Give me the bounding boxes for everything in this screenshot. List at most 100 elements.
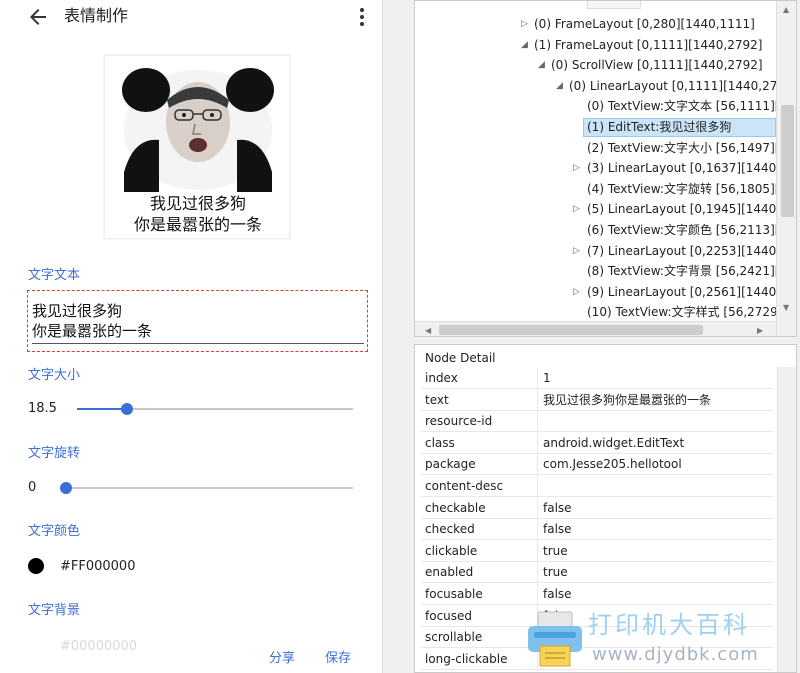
detail-divider [537, 454, 538, 476]
rotation-slider-track[interactable] [66, 487, 353, 489]
detail-key: clickable [425, 543, 478, 558]
rotation-value: 0 [28, 480, 37, 495]
size-value: 18.5 [28, 401, 57, 416]
detail-key: focused [425, 608, 473, 623]
tree-node[interactable]: (2) TextView:文字大小 [56,1497][ [587, 138, 779, 158]
caption-text-field[interactable]: 我见过很多狗 你是最嚣张的一条 [27, 290, 368, 352]
tree-node[interactable]: (0) ScrollView [0,1111][1440,2792] [551, 55, 763, 75]
watermark-url: www.djydbk.com [592, 644, 759, 665]
detail-key: resource-id [425, 414, 493, 429]
tree-node[interactable]: (0) FrameLayout [0,280][1440,1111] [534, 14, 755, 34]
tree-node[interactable]: (1) EditText:我见过很多狗 [587, 117, 731, 137]
detail-value: android.widget.EditText [543, 435, 685, 450]
detail-divider [537, 562, 538, 584]
tree-node[interactable]: (8) TextView:文字背景 [56,2421][ [587, 261, 779, 281]
detail-value: false [543, 522, 572, 537]
color-value[interactable]: #FF000000 [60, 558, 135, 576]
tree-node[interactable]: (3) LinearLayout [0,1637][1440,1 [587, 158, 788, 178]
tree-node[interactable]: (0) LinearLayout [0,1111][1440,279 [569, 76, 785, 96]
tree-expand-icon[interactable]: ▷ [573, 199, 580, 219]
tree-node[interactable]: (6) TextView:文字颜色 [56,2113][ [587, 220, 779, 240]
detail-divider [537, 389, 538, 411]
detail-row[interactable]: focusable false [421, 584, 773, 605]
detail-value: 1 [543, 371, 551, 385]
detail-value: 我见过很多狗你是最嚣张的一条 [543, 392, 712, 407]
detail-divider [537, 584, 538, 605]
caption-text-line1: 我见过很多狗 [32, 302, 123, 320]
detail-value: false [543, 587, 572, 601]
detail-divider [537, 540, 538, 562]
watermark-title: 打印机大百科 [588, 611, 750, 639]
tree-node[interactable]: (0) TextView:文字文本 [56,1111][ [587, 96, 779, 116]
detail-value: false [543, 500, 572, 515]
background-value[interactable]: #00000000 [60, 638, 137, 656]
tree-expand-icon[interactable]: ▷ [573, 282, 580, 302]
app-bar: 表情制作 [0, 0, 382, 34]
detail-row[interactable]: index 1 [421, 368, 773, 389]
save-button[interactable]: 保存 [325, 650, 351, 668]
detail-value: com.Jesse205.hellotool [543, 457, 682, 472]
tree-expand-icon[interactable]: ▷ [573, 158, 580, 178]
detail-row[interactable]: text 我见过很多狗你是最嚣张的一条 [421, 389, 773, 411]
text-section-label: 文字文本 [28, 268, 81, 283]
scroll-left-icon[interactable]: ◀ [425, 326, 431, 335]
panda-face-image [122, 68, 274, 192]
detail-row[interactable]: enabled true [421, 562, 773, 584]
detail-row[interactable]: resource-id [421, 411, 773, 433]
detail-divider [537, 368, 538, 389]
detail-divider [537, 497, 538, 519]
detail-row[interactable]: package com.Jesse205.hellotool [421, 454, 773, 476]
detail-row[interactable]: checkable false [421, 497, 773, 519]
rotation-slider-thumb[interactable] [60, 482, 72, 494]
arrow-left-icon [30, 9, 46, 25]
detail-row[interactable]: clickable true [421, 540, 773, 562]
detail-key: package [425, 457, 476, 472]
more-options-button[interactable] [352, 6, 372, 28]
tree-node[interactable]: (10) TextView:文字样式 [56,2729] [587, 302, 782, 322]
text-field-underline [32, 343, 364, 344]
tree-expand-icon[interactable]: ▷ [573, 241, 580, 261]
detail-row[interactable]: checked false [421, 519, 773, 541]
preview-caption-line1: 我见过很多狗 [149, 194, 246, 213]
detail-key: focusable [425, 587, 483, 601]
detail-divider [537, 411, 538, 433]
tree-node[interactable]: (1) FrameLayout [0,1111][1440,2792] [534, 35, 762, 55]
back-button[interactable] [26, 5, 50, 29]
detail-value: true [543, 565, 568, 580]
rotation-section-label: 文字旋转 [28, 446, 81, 461]
tree-node[interactable]: (5) LinearLayout [0,1945][1440,2 [587, 199, 788, 219]
detail-row[interactable]: class android.widget.EditText [421, 432, 773, 454]
tree-node[interactable]: (9) LinearLayout [0,2561][1440,2 [587, 282, 788, 302]
tree-node[interactable]: (4) TextView:文字旋转 [56,1805][ [587, 179, 779, 199]
share-button[interactable]: 分享 [269, 650, 295, 668]
detail-key: long-clickable [425, 651, 508, 666]
more-vert-icon [360, 8, 364, 26]
detail-key: scrollable [425, 630, 483, 645]
tree-expand-icon[interactable]: ◢ [538, 55, 545, 75]
size-section-label: 文字大小 [28, 368, 81, 383]
scroll-right-icon[interactable]: ▶ [757, 326, 763, 335]
hierarchy-tree-panel[interactable]: ▷ (0) FrameLayout [0,280][1440,1111] ◢ (1) … [414, 0, 797, 337]
detail-key: content-desc [425, 479, 504, 493]
size-slider-thumb[interactable] [120, 403, 133, 415]
detail-key: index [425, 371, 458, 385]
detail-row[interactable]: content-desc [421, 476, 773, 497]
scroll-up-icon[interactable]: ▲ [783, 5, 789, 14]
tree-node[interactable]: (7) LinearLayout [0,2253][1440,2 [587, 241, 788, 261]
tree-hscroll-thumb[interactable] [439, 325, 703, 335]
background-section-label: 文字背景 [28, 603, 81, 618]
tree-expand-icon[interactable]: ◢ [521, 35, 528, 55]
size-slider-fill [77, 408, 127, 410]
scroll-down-icon[interactable]: ▼ [783, 303, 789, 312]
meme-preview[interactable]: 我见过很多狗 你是最嚣张的一条 [104, 55, 290, 239]
screen: 表情制作 我见过很多狗 你是最嚣张的一条 文字文本 我见过很多狗 你是最嚣张的一… [0, 0, 800, 673]
tree-expand-icon[interactable]: ▷ [521, 14, 528, 34]
detail-key: enabled [425, 565, 474, 580]
color-swatch[interactable] [28, 558, 44, 574]
tree-vscroll-thumb[interactable] [781, 105, 794, 217]
tree-vertical-scrollbar[interactable]: ▲ ▼ [776, 1, 796, 336]
tree-horizontal-scrollbar[interactable]: ◀ ▶ [415, 321, 776, 336]
phone-screen: 表情制作 我见过很多狗 你是最嚣张的一条 文字文本 我见过很多狗 你是最嚣张的一… [0, 0, 383, 673]
detail-divider [537, 432, 538, 454]
tree-expand-icon[interactable]: ◢ [556, 76, 563, 96]
